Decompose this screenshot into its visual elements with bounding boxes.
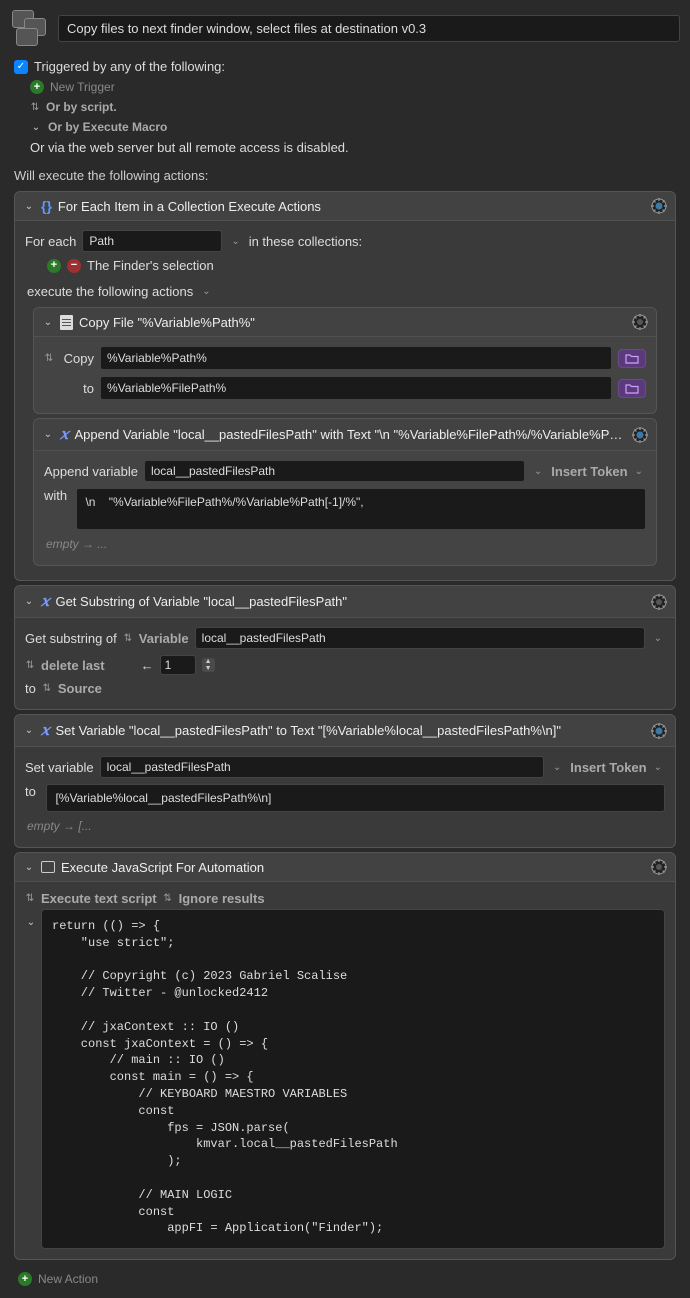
sort-icon: ⇅ — [30, 102, 40, 113]
braces-icon: {} — [41, 198, 52, 214]
foreach-variable-select[interactable]: Path — [82, 230, 222, 252]
gear-icon[interactable] — [632, 314, 648, 330]
empty-label: empty — [27, 819, 60, 833]
chevron-down-icon[interactable]: ⌄ — [30, 122, 42, 133]
to-label: to — [60, 381, 94, 396]
script-mode-select[interactable]: Execute text script — [41, 891, 157, 906]
set-variable-text-input[interactable] — [46, 784, 665, 812]
action-title: Set Variable "local__pastedFilesPath" to… — [55, 723, 645, 738]
copy-label: Copy — [60, 351, 94, 366]
sort-icon: ⇅ — [163, 893, 173, 904]
action-title: Copy File "%Variable%Path%" — [79, 315, 626, 330]
disclose-toggle[interactable]: ⌄ — [23, 201, 35, 212]
append-text-input[interactable] — [76, 488, 646, 530]
add-trigger-button[interactable]: + — [30, 80, 44, 94]
source-select[interactable]: Source — [58, 681, 102, 696]
action-title: Append Variable "local__pastedFilesPath"… — [74, 427, 626, 442]
copy-file-action: ⌄ Copy File "%Variable%Path%" ⇅ Copy — [33, 307, 657, 414]
sort-icon: ⇅ — [42, 683, 52, 694]
empty-label: empty — [46, 537, 79, 551]
to-label: to — [25, 784, 40, 799]
chevron-down-icon[interactable]: ⌄ — [651, 633, 665, 644]
gear-icon[interactable] — [632, 427, 648, 443]
gear-icon[interactable] — [651, 594, 667, 610]
with-label: with — [44, 488, 70, 503]
count-input[interactable] — [160, 655, 196, 675]
add-action-button[interactable]: + — [18, 1272, 32, 1286]
finder-selection-collection[interactable]: The Finder's selection — [87, 258, 214, 273]
gear-icon[interactable] — [651, 723, 667, 739]
arrow-left-icon: ← — [141, 658, 154, 673]
sort-icon: ⇅ — [25, 893, 35, 904]
disclose-toggle[interactable]: ⌄ — [42, 317, 54, 328]
results-mode-select[interactable]: Ignore results — [179, 891, 265, 906]
disclose-toggle[interactable]: ⌄ — [23, 725, 35, 736]
insert-token-button[interactable]: Insert Token ⌄ — [551, 464, 646, 479]
new-action-link[interactable]: New Action — [38, 1272, 98, 1286]
disclose-toggle[interactable]: ⌄ — [42, 429, 54, 440]
substring-variable-select[interactable]: local__pastedFilesPath — [195, 627, 645, 649]
folder-picker-button[interactable] — [618, 379, 646, 398]
add-collection-button[interactable]: + — [47, 259, 61, 273]
foreach-action: ⌄ {} For Each Item in a Collection Execu… — [14, 191, 676, 581]
action-title: For Each Item in a Collection Execute Ac… — [58, 199, 645, 214]
will-execute-label: Will execute the following actions: — [4, 162, 686, 187]
script-code-input[interactable]: return (() => { "use strict"; // Copyrig… — [41, 909, 665, 1249]
macro-icon — [10, 8, 50, 48]
get-substring-action: ⌄ 𝑥 Get Substring of Variable "local__pa… — [14, 585, 676, 710]
terminal-icon — [41, 861, 55, 873]
gear-icon[interactable] — [651, 198, 667, 214]
chevron-down-icon[interactable]: ⌄ — [199, 286, 213, 297]
new-trigger-link[interactable]: New Trigger — [50, 80, 115, 94]
sort-icon: ⇅ — [123, 633, 133, 644]
triggers-label: Triggered by any of the following: — [34, 59, 225, 74]
or-web-server: Or via the web server but all remote acc… — [30, 140, 349, 155]
disclose-toggle[interactable]: ⌄ — [25, 917, 37, 928]
set-variable-action: ⌄ 𝑥 Set Variable "local__pastedFilesPath… — [14, 714, 676, 848]
disclose-toggle[interactable]: ⌄ — [23, 862, 35, 873]
variable-icon: 𝑥 — [41, 721, 49, 740]
variable-icon: 𝑥 — [60, 425, 68, 444]
set-variable-select[interactable]: local__pastedFilesPath — [100, 756, 544, 778]
file-icon — [60, 315, 73, 330]
variable-type-select[interactable]: Variable — [139, 631, 189, 646]
disclose-toggle[interactable]: ⌄ — [23, 596, 35, 607]
chevron-down-icon[interactable]: ⌄ — [550, 762, 564, 773]
folder-picker-button[interactable] — [618, 349, 646, 368]
insert-token-button[interactable]: Insert Token ⌄ — [570, 760, 665, 775]
chevron-down-icon[interactable]: ⌄ — [531, 466, 545, 477]
gear-icon[interactable] — [651, 859, 667, 875]
copy-dest-input[interactable] — [100, 376, 612, 400]
macro-title-input[interactable] — [58, 15, 680, 42]
sort-icon: ⇅ — [44, 353, 54, 364]
remove-collection-button[interactable]: − — [67, 259, 81, 273]
append-variable-label: Append variable — [44, 464, 138, 479]
execute-javascript-action: ⌄ Execute JavaScript For Automation ⇅ Ex… — [14, 852, 676, 1260]
delete-last-select[interactable]: delete last — [41, 658, 105, 673]
empty-result: [... — [78, 819, 91, 833]
copy-source-input[interactable] — [100, 346, 612, 370]
to-label: to — [25, 681, 36, 696]
append-variable-select[interactable]: local__pastedFilesPath — [144, 460, 525, 482]
in-collections-label: in these collections: — [249, 234, 362, 249]
get-substring-label: Get substring of — [25, 631, 117, 646]
action-title: Execute JavaScript For Automation — [61, 860, 645, 875]
set-variable-label: Set variable — [25, 760, 94, 775]
or-by-execute-macro[interactable]: Or by Execute Macro — [48, 120, 167, 134]
triggers-enabled-checkbox[interactable]: ✓ — [14, 60, 28, 74]
for-each-label: For each — [25, 234, 76, 249]
action-title: Get Substring of Variable "local__pasted… — [55, 594, 645, 609]
chevron-down-icon[interactable]: ⌄ — [228, 236, 242, 247]
variable-icon: 𝑥 — [41, 592, 49, 611]
or-by-script[interactable]: Or by script. — [46, 100, 117, 114]
sort-icon: ⇅ — [25, 660, 35, 671]
append-variable-action: ⌄ 𝑥 Append Variable "local__pastedFilesP… — [33, 418, 657, 566]
count-stepper[interactable]: ▲▼ — [202, 658, 215, 672]
empty-result: ... — [97, 537, 107, 551]
execute-following-label: execute the following actions — [27, 284, 193, 299]
